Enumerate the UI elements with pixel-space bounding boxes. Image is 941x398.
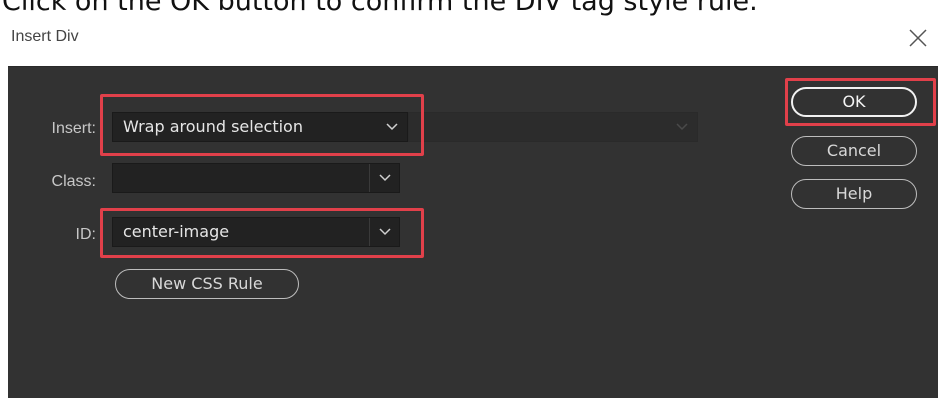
id-select[interactable]: center-image	[112, 217, 400, 247]
chevron-down-icon	[377, 113, 407, 141]
cancel-button[interactable]: Cancel	[791, 136, 917, 166]
insert-select-value: Wrap around selection	[123, 117, 303, 136]
dialog-titlebar: Insert Div	[0, 0, 941, 66]
ok-button[interactable]: OK	[791, 87, 917, 117]
close-icon[interactable]	[904, 24, 932, 52]
insert-target-select	[408, 112, 698, 142]
chevron-down-icon	[667, 113, 697, 141]
new-css-rule-button[interactable]: New CSS Rule	[115, 269, 299, 299]
chevron-down-icon	[369, 164, 399, 192]
class-select[interactable]	[112, 163, 400, 193]
insert-div-dialog: Insert: Wrap around selection Class: ID:…	[8, 66, 938, 398]
dialog-title: Insert Div	[11, 28, 79, 45]
insert-label: Insert:	[51, 120, 96, 137]
help-button[interactable]: Help	[791, 179, 917, 209]
class-label: Class:	[51, 173, 96, 190]
id-select-value: center-image	[123, 222, 230, 241]
id-label: ID:	[75, 226, 96, 243]
chevron-down-icon	[369, 218, 399, 246]
insert-select[interactable]: Wrap around selection	[112, 112, 408, 142]
